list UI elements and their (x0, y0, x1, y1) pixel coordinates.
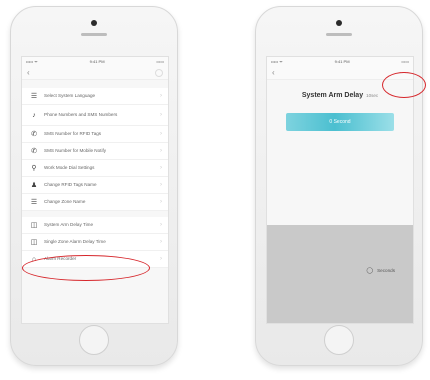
menu-item-label: Change Zone Name (44, 199, 86, 205)
sms-icon: ✆ (31, 148, 37, 155)
menu-item-rfid-name[interactable]: ♟ Change RFID Tags Name › (22, 177, 168, 194)
status-time: 9:41 PM (334, 59, 350, 64)
signal-icon: ••••• ᯤ (271, 58, 283, 64)
phone-icon: ♪ (32, 111, 36, 119)
menu-item-label: Change RFID Tags Name (44, 182, 97, 188)
settings-circle-icon[interactable] (155, 68, 163, 77)
earpiece-speaker (326, 33, 352, 36)
menu-item-zone-name[interactable]: ☰ Change Zone Name › (22, 194, 168, 211)
page-title: System Arm Delay (301, 92, 364, 99)
status-time: 9:41 PM (89, 59, 105, 64)
battery-icon: ▭▭ (156, 59, 164, 64)
chevron-right-icon: › (160, 112, 162, 118)
highlight-oval-save (382, 72, 426, 98)
home-button[interactable] (324, 325, 354, 355)
delay-seconds-button[interactable]: 0 Second (286, 113, 394, 131)
menu-item-label: Phone Numbers and SMS Numbers (44, 112, 118, 118)
picker-label: Seconds (377, 268, 395, 273)
sms-icon: ✆ (31, 131, 37, 138)
menu-item-zone-alarm-delay[interactable]: ◫ Single Zone Alarm Delay Time › (22, 234, 168, 251)
menu-item-label: Work Mode Dial Settings (44, 165, 95, 171)
menu-item-label: Select System Language (44, 93, 96, 99)
menu-item-label: System Arm Delay Time (44, 222, 94, 228)
dial-icon: ⚲ (31, 165, 37, 172)
picker-row[interactable]: ◯ Seconds (366, 267, 395, 274)
seconds-picker-sheet[interactable]: ◯ Seconds (267, 225, 413, 323)
list-icon: ☰ (30, 199, 38, 206)
left-phone: ••••• ᯤ 9:41 PM ▭▭ ‹ ☰ Select System Lan… (10, 6, 178, 366)
front-camera (91, 20, 97, 26)
timer-icon: ◫ (30, 239, 38, 246)
home-button[interactable] (79, 325, 109, 355)
chevron-right-icon: › (160, 93, 162, 99)
user-icon: ♟ (30, 182, 38, 189)
chevron-right-icon: › (160, 239, 162, 245)
highlight-oval-arm-delay (22, 255, 150, 281)
chevron-right-icon: › (160, 182, 162, 188)
signal-icon: ••••• ᯤ (26, 58, 38, 64)
menu-item-sms-rfid[interactable]: ✆ SMS Number for RFID Tags › (22, 126, 168, 143)
menu-item-select-language[interactable]: ☰ Select System Language › (22, 88, 168, 105)
language-icon: ☰ (30, 93, 38, 100)
chevron-right-icon: › (160, 148, 162, 154)
left-screen: ••••• ᯤ 9:41 PM ▭▭ ‹ ☰ Select System Lan… (21, 56, 169, 324)
current-value: 10sec (366, 93, 379, 98)
battery-icon: ▭▭ (401, 59, 409, 64)
menu-item-phone-numbers[interactable]: ♪ Phone Numbers and SMS Numbers › (22, 105, 168, 126)
back-arrow-icon[interactable]: ‹ (27, 68, 30, 77)
status-bar: ••••• ᯤ 9:41 PM ▭▭ (22, 57, 168, 66)
menu-item-work-mode[interactable]: ⚲ Work Mode Dial Settings › (22, 160, 168, 177)
chevron-right-icon: › (160, 222, 162, 228)
front-camera (336, 20, 342, 26)
back-arrow-icon[interactable]: ‹ (272, 68, 275, 77)
menu-item-label: SMS Number for Mobile Notify (44, 148, 107, 154)
chevron-right-icon: › (160, 131, 162, 137)
menu-item-sms-notify[interactable]: ✆ SMS Number for Mobile Notify › (22, 143, 168, 160)
clock-icon: ◯ (366, 268, 374, 274)
timer-icon: ◫ (30, 222, 38, 229)
menu-item-label: SMS Number for RFID Tags (44, 131, 102, 137)
right-phone: ••••• ᯤ 9:41 PM ▭▭ ‹ ····· System Arm De… (255, 6, 423, 366)
nav-bar: ‹ (22, 66, 168, 80)
menu-item-label: Single Zone Alarm Delay Time (44, 239, 106, 245)
settings-menu-list: ☰ Select System Language › ♪ Phone Numbe… (22, 80, 168, 268)
status-bar: ••••• ᯤ 9:41 PM ▭▭ (267, 57, 413, 66)
menu-item-arm-delay[interactable]: ◫ System Arm Delay Time › (22, 217, 168, 234)
earpiece-speaker (81, 33, 107, 36)
chevron-right-icon: › (160, 256, 162, 262)
chevron-right-icon: › (160, 199, 162, 205)
chevron-right-icon: › (160, 165, 162, 171)
